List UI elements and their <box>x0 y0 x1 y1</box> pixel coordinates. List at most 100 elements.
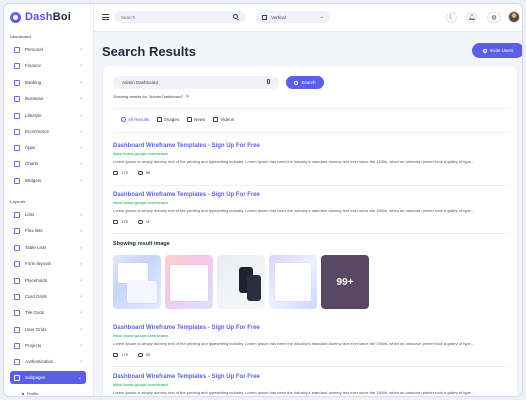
like-count-value: 179 <box>121 170 128 175</box>
tab-news[interactable]: News <box>187 117 205 122</box>
result-meta: 179 33 <box>113 352 509 357</box>
sidebar-item-label: Charts <box>25 161 39 166</box>
like-count[interactable]: 179 <box>113 352 128 357</box>
sidebar-item-label: Lists <box>25 212 35 217</box>
sidebar-item-label: Tile Grids <box>25 310 45 315</box>
page-title: Search Results <box>102 44 196 59</box>
list-icon <box>14 211 20 218</box>
divider <box>113 108 509 109</box>
microphone-icon[interactable] <box>267 79 270 84</box>
result-url[interactable]: https://www.google.com/search <box>113 151 509 156</box>
chevron-right-icon: › <box>80 160 82 167</box>
news-icon <box>187 117 193 122</box>
sidebar-item-card-grids[interactable]: Card Grids › <box>14 291 82 302</box>
avatar[interactable] <box>508 11 520 23</box>
logo[interactable]: DashBoi <box>10 10 71 24</box>
result-image[interactable] <box>269 255 317 309</box>
dashboard-mock <box>127 281 157 303</box>
bell-icon[interactable]: 🔔︎ <box>466 12 477 23</box>
search-button[interactable]: Search <box>286 76 324 89</box>
sidebar-subitem-profile[interactable]: Profile <box>22 391 38 396</box>
sidebar-item-table-lists[interactable]: Table Lists › <box>14 242 82 253</box>
comment-count[interactable]: 98 <box>137 170 150 175</box>
sidebar-item-flex-lists[interactable]: Flex lists › <box>14 225 82 236</box>
top-search-input[interactable]: Search <box>114 11 246 23</box>
layout-select[interactable]: Vertical ⌄ <box>256 11 330 23</box>
sidebar-item-banking[interactable]: Banking › <box>14 77 82 88</box>
sidebar-item-label: Widgets <box>25 178 42 183</box>
brand-name-b: Boi <box>52 11 72 23</box>
sidebar-item-user-grids[interactable]: User Grids › <box>14 324 82 335</box>
sidebar-item-widgets[interactable]: Widgets › <box>14 175 82 186</box>
sidebar-item-finance[interactable]: Finance › <box>14 60 82 71</box>
sidebar-item-subpages[interactable]: Subpages ⌄ <box>10 371 86 384</box>
sidebar-item-label: Business <box>25 96 44 101</box>
sidebar-item-projects[interactable]: Projects › <box>14 340 82 351</box>
moon-icon[interactable]: ☾ <box>446 12 457 23</box>
chevron-right-icon: › <box>80 277 82 284</box>
showing-results-label: Showing results for "Admin Dashboard" <box>113 94 183 99</box>
tab-all-results[interactable]: All Results <box>121 117 149 122</box>
sidebar-item-charts[interactable]: Charts › <box>14 158 82 169</box>
grid-icon <box>14 293 20 300</box>
sidebar-item-label: Placeholds <box>25 278 48 283</box>
result-title-link[interactable]: Dashboard Wireframe Templates - Sign Up … <box>113 325 509 331</box>
sidebar-item-lifestyle[interactable]: Lifestyle › <box>14 110 82 121</box>
comment-count[interactable]: 33 <box>137 352 151 357</box>
sidebar-item-business[interactable]: Business › <box>14 93 82 104</box>
tab-images[interactable]: Images <box>157 117 179 122</box>
showing-results-text: Showing results for "Admin Dashboard" × <box>113 94 189 100</box>
invite-users-label: Invite Users <box>489 48 514 53</box>
close-icon[interactable]: × <box>186 94 189 100</box>
search-result: Dashboard Wireframe Templates - Sign Up … <box>113 374 509 396</box>
sidebar-item-lists[interactable]: Lists › <box>14 209 82 220</box>
dashboard-mock <box>170 265 208 301</box>
result-url[interactable]: https://www.google.com/search <box>113 382 509 387</box>
result-url[interactable]: https://www.google.com/search <box>113 333 509 338</box>
sidebar-item-label: Apps <box>25 145 36 150</box>
more-images-count[interactable]: 99+ <box>321 255 369 309</box>
globe-icon[interactable]: ◍ <box>487 12 501 23</box>
chevron-right-icon: › <box>80 62 82 69</box>
sidebar-item-authentication[interactable]: Authentication › <box>14 356 82 367</box>
search-icon <box>294 80 299 85</box>
thumbs-up-icon <box>113 219 118 224</box>
like-count[interactable]: 179 <box>113 219 128 224</box>
search-input[interactable]: Admin Dashboard <box>113 76 279 89</box>
result-image[interactable] <box>217 255 265 309</box>
comment-count[interactable]: 11 <box>137 219 150 224</box>
like-count-value: 179 <box>121 219 128 224</box>
result-url[interactable]: https://www.google.com/search <box>113 200 509 205</box>
result-title-link[interactable]: Dashboard Wireframe Templates - Sign Up … <box>113 192 509 198</box>
chevron-right-icon: › <box>80 293 82 300</box>
tab-videos[interactable]: Videos <box>213 117 234 122</box>
like-count[interactable]: 179 <box>113 170 128 175</box>
invite-users-button[interactable]: Invite Users <box>472 43 522 58</box>
image-results: 99+ <box>113 255 369 309</box>
comment-icon <box>137 352 143 357</box>
tab-label: Videos <box>220 117 234 122</box>
sidebar-item-ecommerce[interactable]: Ecommerce › <box>14 126 82 137</box>
result-title-link[interactable]: Dashboard Wireframe Templates - Sign Up … <box>113 143 509 149</box>
comment-count-value: 33 <box>145 352 151 357</box>
sidebar-item-personal[interactable]: Personal › <box>14 44 82 55</box>
table-icon <box>14 244 20 251</box>
sidebar-item-apps[interactable]: Apps › <box>14 142 82 153</box>
sidebar-item-label: Personal <box>25 47 43 52</box>
app-window: DashBoi Dashboard Personal › Finance › Ban… <box>3 3 523 397</box>
sidebar-item-form-layouts[interactable]: Form layouts › <box>14 258 82 269</box>
cart-icon <box>14 128 20 135</box>
sidebar-item-placeholds[interactable]: Placeholds › <box>14 275 82 286</box>
result-description: Lorem Ipsum is simply dummy text of the … <box>113 159 475 164</box>
result-tabs: All Results Images News Videos <box>121 117 234 122</box>
result-image[interactable] <box>113 255 161 309</box>
result-title-link[interactable]: Dashboard Wireframe Templates - Sign Up … <box>113 374 509 380</box>
brand-name-a: Dash <box>25 11 53 23</box>
chevron-down-icon: ⌄ <box>319 14 324 20</box>
menu-toggle-icon[interactable] <box>102 14 109 20</box>
logo-icon <box>10 11 21 23</box>
sidebar-item-tile-grids[interactable]: Tile Grids › <box>14 307 82 318</box>
result-image[interactable] <box>165 255 213 309</box>
sidebar-item-label: Subpages <box>25 375 46 380</box>
chevron-right-icon: › <box>80 95 82 102</box>
